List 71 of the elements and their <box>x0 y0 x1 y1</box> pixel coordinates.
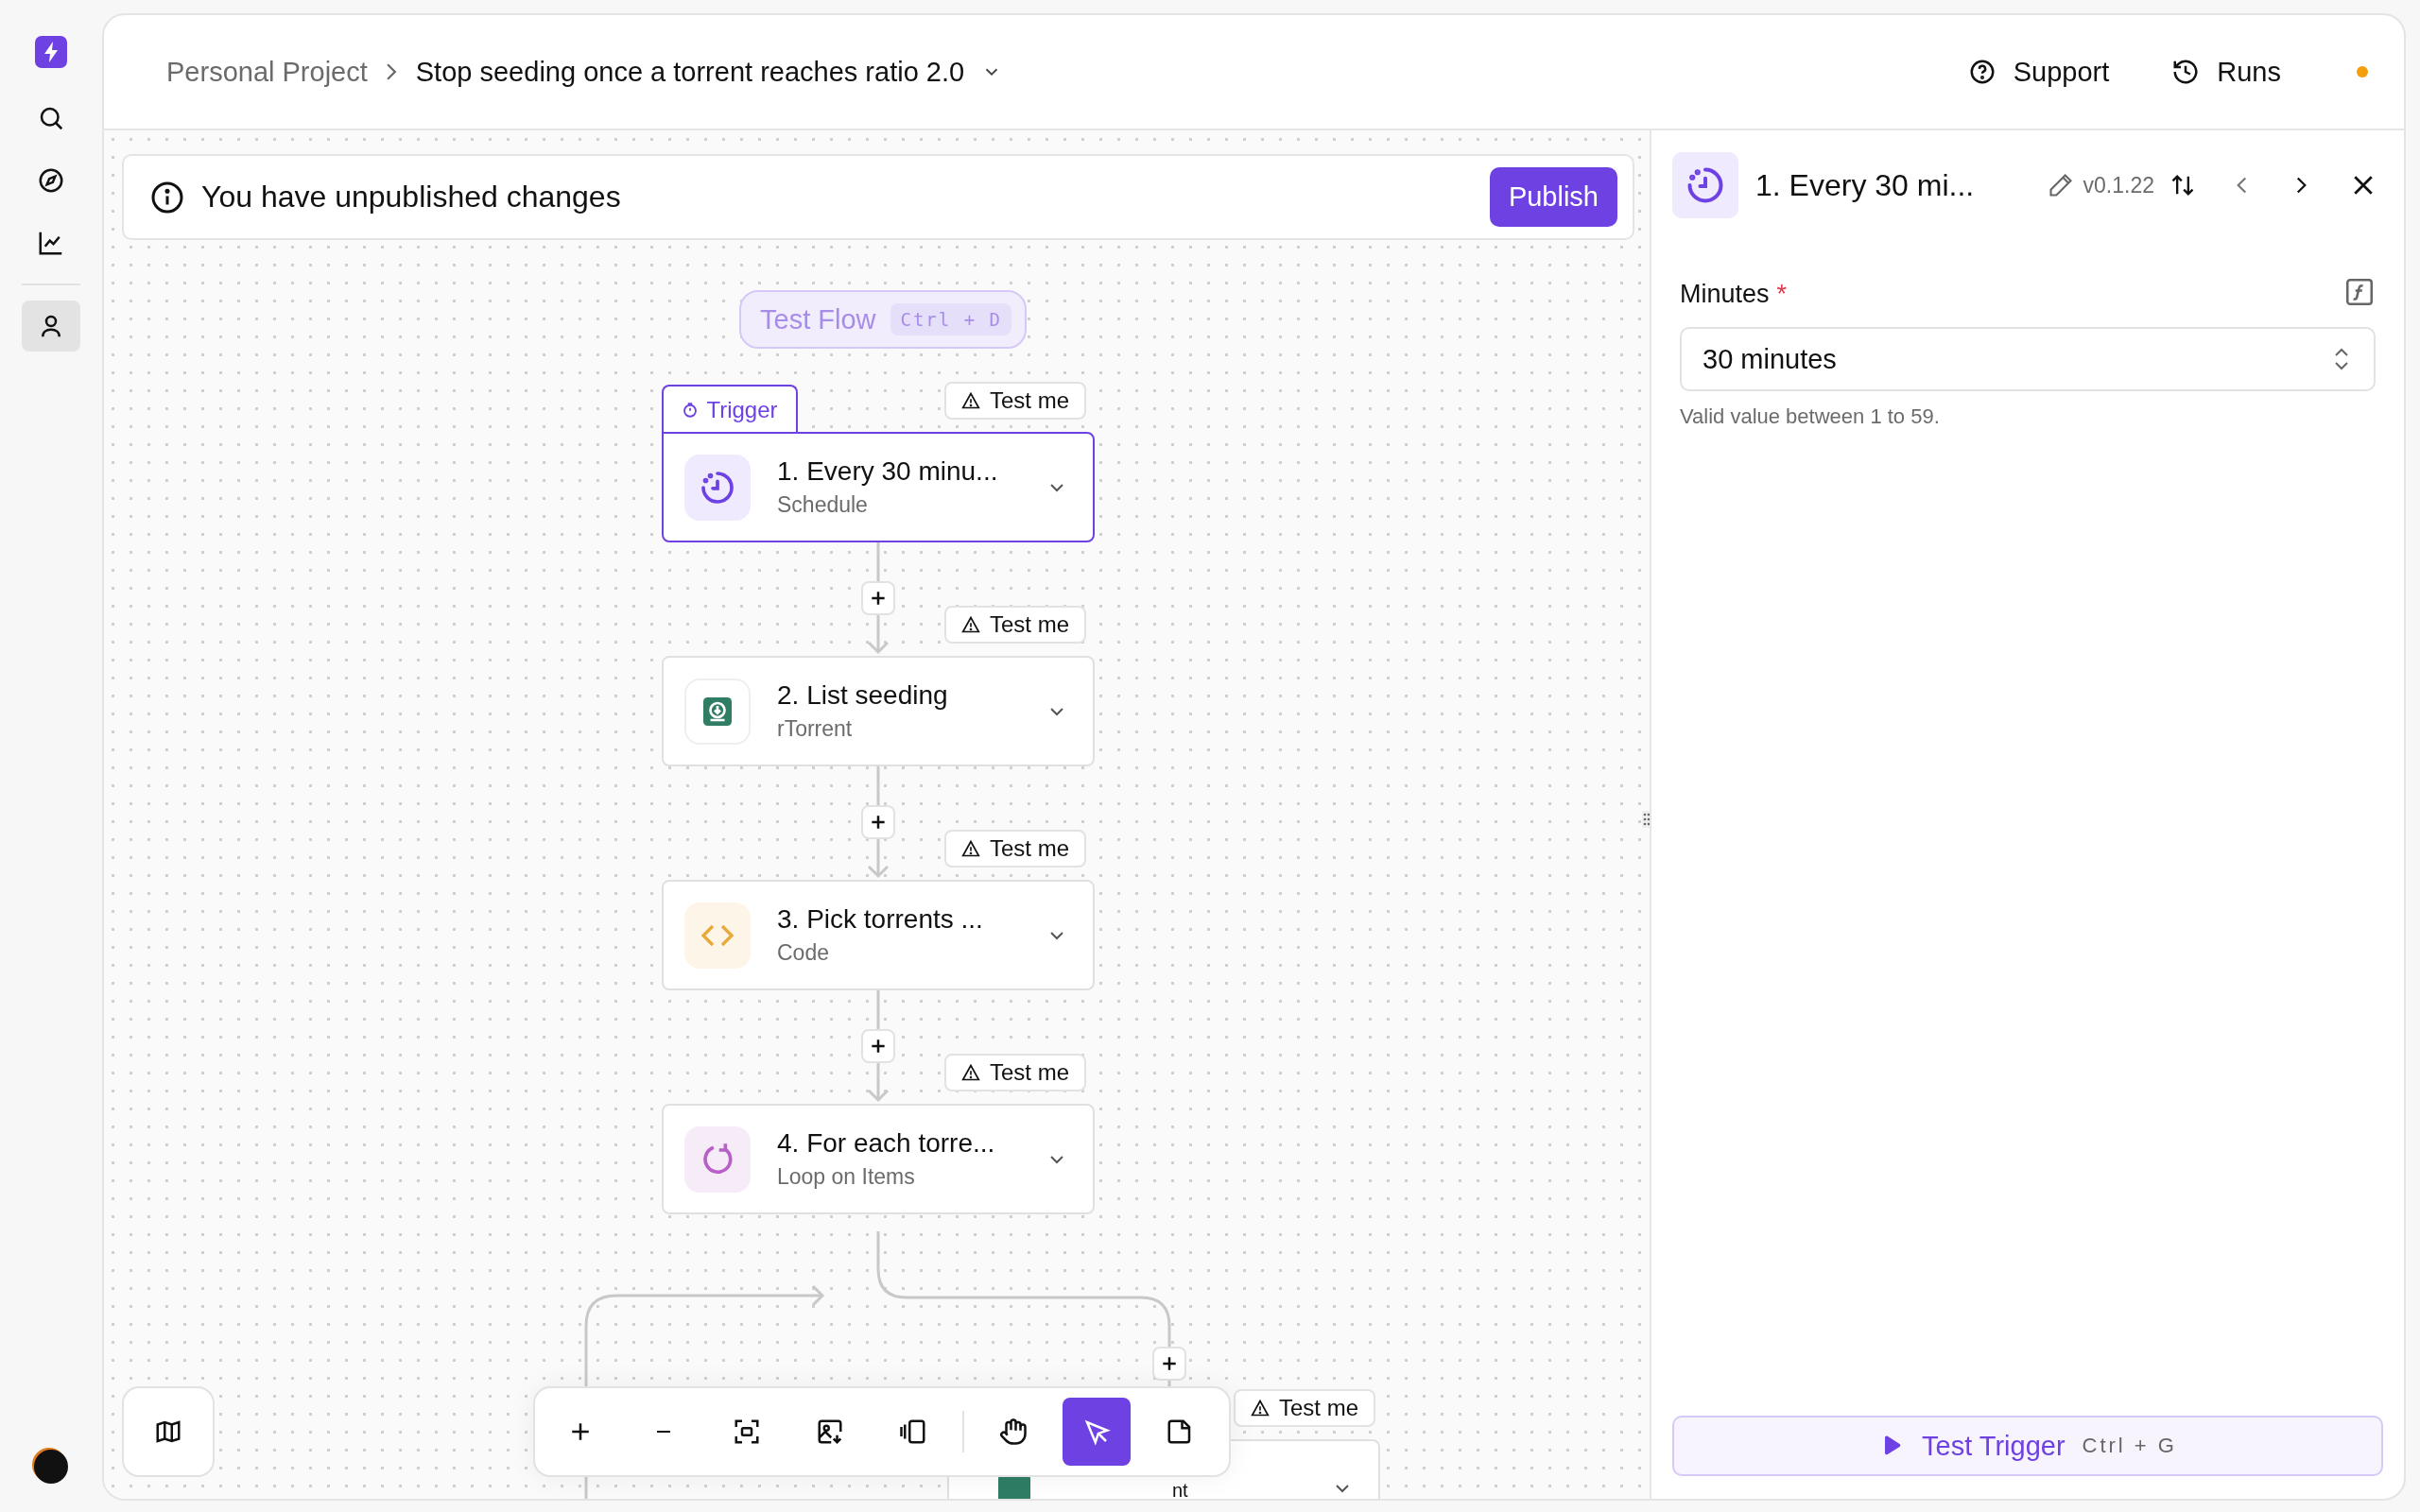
image-icon <box>816 1418 844 1446</box>
required-mark: * <box>1776 279 1788 309</box>
step-title: 2. List seeding <box>777 680 949 711</box>
step-title: 3. Pick torrents ... <box>777 904 984 935</box>
field-label: Minutes <box>1680 279 1770 309</box>
info-icon <box>150 180 184 215</box>
clock-icon <box>1672 152 1738 218</box>
runs-button[interactable]: Runs <box>2171 56 2281 88</box>
step-node[interactable]: 4. For each torre... Loop on Items <box>662 1104 1095 1214</box>
step-node[interactable]: 2. List seeding rTorrent <box>662 656 1095 766</box>
loop-icon <box>684 1125 751 1193</box>
shortcut-label: Ctrl + G <box>2082 1434 2177 1458</box>
warning-icon <box>961 839 980 858</box>
breadcrumb-project[interactable]: Personal Project <box>166 56 368 88</box>
add-step-button[interactable] <box>1152 1347 1186 1381</box>
logo-icon[interactable] <box>35 36 67 68</box>
resize-handle[interactable] <box>1642 811 1650 828</box>
code-icon <box>684 902 751 969</box>
add-step-button[interactable] <box>861 581 895 615</box>
add-step-button[interactable] <box>861 805 895 839</box>
minutes-select[interactable]: 30 minutes <box>1680 327 2376 391</box>
warning-icon <box>1251 1399 1270 1418</box>
banner-message: You have unpublished changes <box>201 180 621 215</box>
pencil-icon[interactable] <box>2047 172 2074 198</box>
plus-icon <box>869 813 888 832</box>
version-label[interactable]: v0.1.22 <box>2083 172 2154 198</box>
pointer-icon <box>1082 1418 1111 1446</box>
clock-icon <box>684 454 751 521</box>
nav-button[interactable] <box>22 301 80 352</box>
step-node[interactable]: 3. Pick torrents ... Code <box>662 880 1095 990</box>
publish-button[interactable]: Publish <box>1489 167 1617 227</box>
step-type: Schedule <box>777 492 869 518</box>
hand-icon <box>999 1418 1028 1446</box>
panel-icon <box>899 1418 927 1446</box>
plus-icon <box>869 1037 888 1056</box>
step-title: 4. For each torre... <box>777 1128 996 1159</box>
fit-view-icon <box>733 1418 761 1446</box>
compass-icon <box>37 166 65 195</box>
swap-icon[interactable] <box>2169 172 2196 198</box>
warning-icon <box>961 615 980 634</box>
test-step-button[interactable]: Test me <box>944 830 1087 868</box>
download-icon <box>684 678 751 745</box>
step-icon <box>998 1475 1030 1499</box>
field-help: Valid value between 1 to 59. <box>1680 404 1941 429</box>
plus-icon <box>869 589 888 608</box>
warning-icon <box>961 391 980 410</box>
add-step-button[interactable] <box>861 1029 895 1063</box>
minimap-button[interactable] <box>122 1386 215 1477</box>
flow-name[interactable]: Stop seeding once a torrent reaches ratio 2.0 <box>415 56 965 88</box>
plus-icon <box>1160 1354 1179 1373</box>
warning-icon <box>961 1063 980 1082</box>
trigger-icon <box>682 402 700 419</box>
test-step-button[interactable]: Test me <box>944 606 1087 644</box>
shortcut-badge: Ctrl + D <box>890 303 1011 335</box>
pointer-button[interactable] <box>1063 1398 1131 1466</box>
support-button[interactable]: Support <box>1967 56 2110 88</box>
step-title: 1. Every 30 minu... <box>777 456 999 487</box>
test-step-button[interactable]: Test me <box>1234 1389 1376 1427</box>
step-type: rTorrent <box>777 716 854 742</box>
step-type: Code <box>777 940 830 966</box>
avatar[interactable] <box>34 1450 68 1484</box>
chevron-right-icon <box>386 63 397 80</box>
step-type: Loop on Items <box>777 1164 916 1190</box>
status-dot <box>2357 66 2368 77</box>
step-title: nt <box>1172 1481 1188 1499</box>
step-node[interactable]: 1. Every 30 minu... Schedule <box>662 432 1095 542</box>
history-icon <box>2171 58 2201 86</box>
test-step-button[interactable]: Test me <box>944 382 1087 420</box>
test-trigger-button[interactable]: Test Trigger Ctrl + G <box>1672 1416 2383 1476</box>
test-step-button[interactable]: Test me <box>944 1054 1087 1091</box>
step-title: 1. Every 30 mi... <box>1755 167 1976 203</box>
